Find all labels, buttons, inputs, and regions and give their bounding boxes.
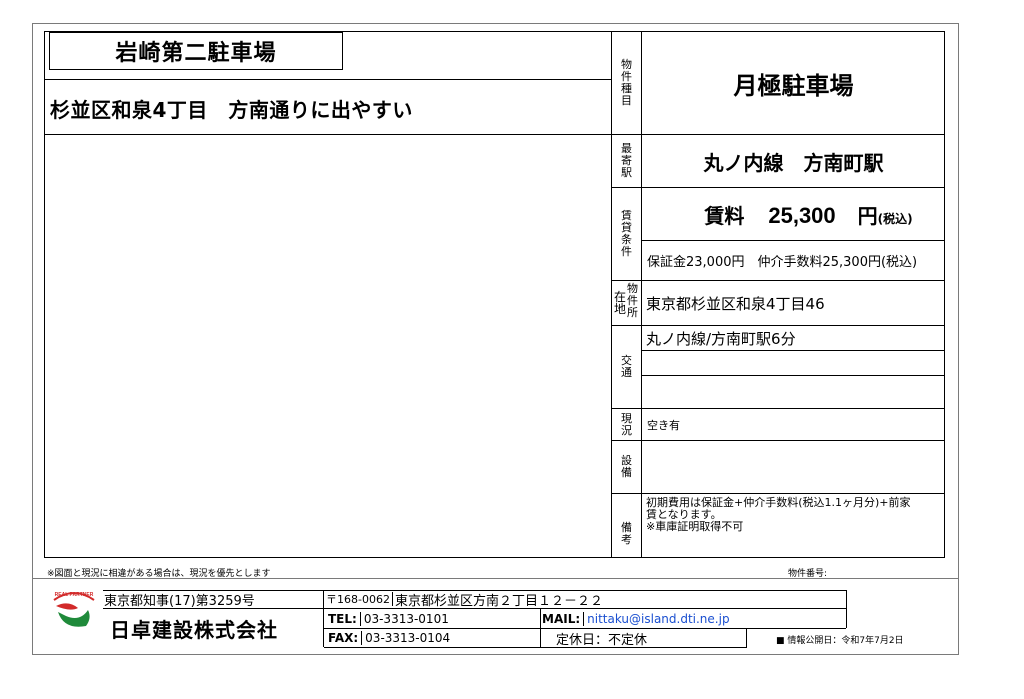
label-equipment: 設 備	[621, 454, 632, 479]
column-line	[846, 590, 847, 628]
label-rental-terms: 賃 貸 条 件	[621, 209, 632, 258]
company-name: 日卓建設株式会社	[110, 617, 278, 642]
map-image-area	[45, 135, 611, 557]
label-status: 現 況	[621, 411, 632, 437]
notes-line: ※車庫証明取得不可	[646, 520, 744, 533]
row-line	[611, 493, 945, 494]
access-value: 丸ノ内線/方南町駅6分	[646, 329, 796, 348]
svg-text:REAL PARTNER: REAL PARTNER	[55, 592, 94, 598]
leaf-logo-icon: REAL PARTNER	[48, 584, 100, 636]
rent-label: 賃料	[704, 204, 745, 228]
row-line	[641, 350, 945, 351]
license-number: 東京都知事(17)第3259号	[104, 593, 255, 609]
label-property-type: 物 件 種 目	[621, 58, 632, 107]
column-line	[323, 590, 324, 647]
rent-row: 賃料 25,300 円 (税込)	[642, 188, 945, 240]
divider-header	[44, 79, 611, 80]
property-name: 岩崎第二駐車場	[49, 32, 343, 70]
column-line	[540, 609, 541, 628]
label-access: 交 通	[621, 354, 632, 379]
fax-number: 03-3313-0104	[365, 631, 451, 645]
tel-number: 03-3313-0101	[363, 611, 449, 626]
row-line	[641, 375, 945, 376]
mail-row: MAIL: nittaku@island.dti.ne.jp	[542, 610, 730, 627]
fax-row: FAX: 03-3313-0104	[328, 629, 450, 647]
postal-code: 〒168-0062	[326, 593, 390, 606]
property-type-value: 月極駐車場	[733, 71, 854, 100]
publish-date: ■ 情報公開日：令和7年7月2日	[776, 636, 904, 646]
label-notes: 備 考	[621, 520, 632, 546]
mail-link[interactable]: nittaku@island.dti.ne.jp	[587, 612, 729, 626]
row-line	[611, 440, 945, 441]
row-line	[324, 608, 846, 609]
tel-row: TEL: 03-3313-0101	[328, 610, 449, 627]
notes-value: 初期費用は保証金+仲介手数料(税込1.1ヶ月分)+前家 賃となります。 ※車庫証…	[642, 497, 945, 555]
fax-label: FAX:	[328, 631, 359, 645]
deposit-fees: 保証金23,000円 仲介手数料25,300円(税込)	[647, 255, 918, 270]
rent-tax-note: (税込)	[877, 212, 913, 226]
mail-label: MAIL:	[542, 611, 581, 626]
rent-value: 25,300	[768, 203, 836, 228]
label-nearest-station: 最 寄 駅	[621, 142, 632, 179]
company-address: 東京都杉並区方南２丁目１２－２２	[394, 593, 603, 609]
label-address: 在 地 物 件 所	[614, 282, 638, 319]
holiday: 定休日：不定休	[556, 632, 648, 648]
row-line	[103, 608, 323, 609]
status-value: 空き有	[647, 418, 680, 432]
column-line	[540, 629, 541, 647]
company-address-row: 〒168-0062 東京都杉並区方南２丁目１２－２２	[326, 590, 603, 609]
rent-unit: 円	[857, 204, 878, 228]
nearest-station-value: 丸ノ内線 方南町駅	[703, 150, 884, 175]
tel-label: TEL:	[328, 611, 357, 626]
address-value: 東京都杉並区和泉4丁目46	[646, 294, 825, 313]
row-line	[324, 647, 747, 648]
property-catchphrase: 杉並区和泉4丁目 方南通りに出やすい	[50, 97, 413, 122]
footer-divider	[32, 578, 959, 579]
column-line	[746, 629, 747, 647]
